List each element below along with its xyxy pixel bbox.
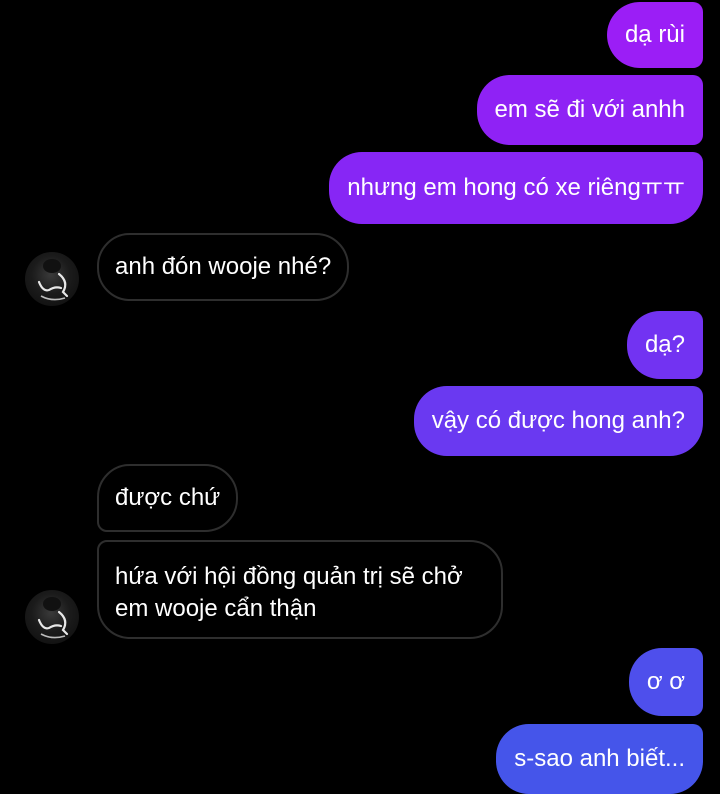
message-text: anh đón wooje nhé? [115, 253, 332, 280]
incoming-message[interactable]: hứa với hội đồng quản trị sẽ chở em wooj… [97, 540, 503, 639]
message-text: nhưng em hong có xe riêngㅠㅠ [347, 174, 685, 201]
message-text: dạ? [644, 331, 685, 358]
incoming-message[interactable]: anh đón wooje nhé? [97, 233, 350, 301]
outgoing-message[interactable]: s-sao anh biết... [496, 724, 703, 794]
incoming-message[interactable]: được chứ [97, 464, 239, 532]
user-avatar-icon [37, 259, 69, 301]
outgoing-message[interactable]: nhưng em hong có xe riêngㅠㅠ [329, 152, 703, 224]
message-text: ơ ơ [646, 668, 685, 695]
sender-avatar[interactable] [25, 252, 79, 306]
outgoing-message[interactable]: dạ? [626, 311, 703, 379]
outgoing-message[interactable]: em sẽ đi với anhh [476, 75, 703, 145]
sender-avatar[interactable] [25, 590, 79, 644]
message-text: dạ rùi [624, 21, 685, 48]
message-text: hứa với hội đồng quản trị sẽ chở em wooj… [115, 563, 463, 622]
outgoing-message[interactable]: vậy có được hong anh? [413, 386, 703, 456]
message-text: s-sao anh biết... [514, 745, 685, 772]
outgoing-message[interactable]: dạ rùi [606, 2, 703, 68]
message-text: được chứ [115, 484, 221, 511]
user-avatar-icon [37, 597, 69, 639]
message-text: vậy có được hong anh? [431, 407, 685, 434]
outgoing-message[interactable]: ơ ơ [628, 648, 703, 716]
message-text: em sẽ đi với anhh [494, 96, 686, 123]
